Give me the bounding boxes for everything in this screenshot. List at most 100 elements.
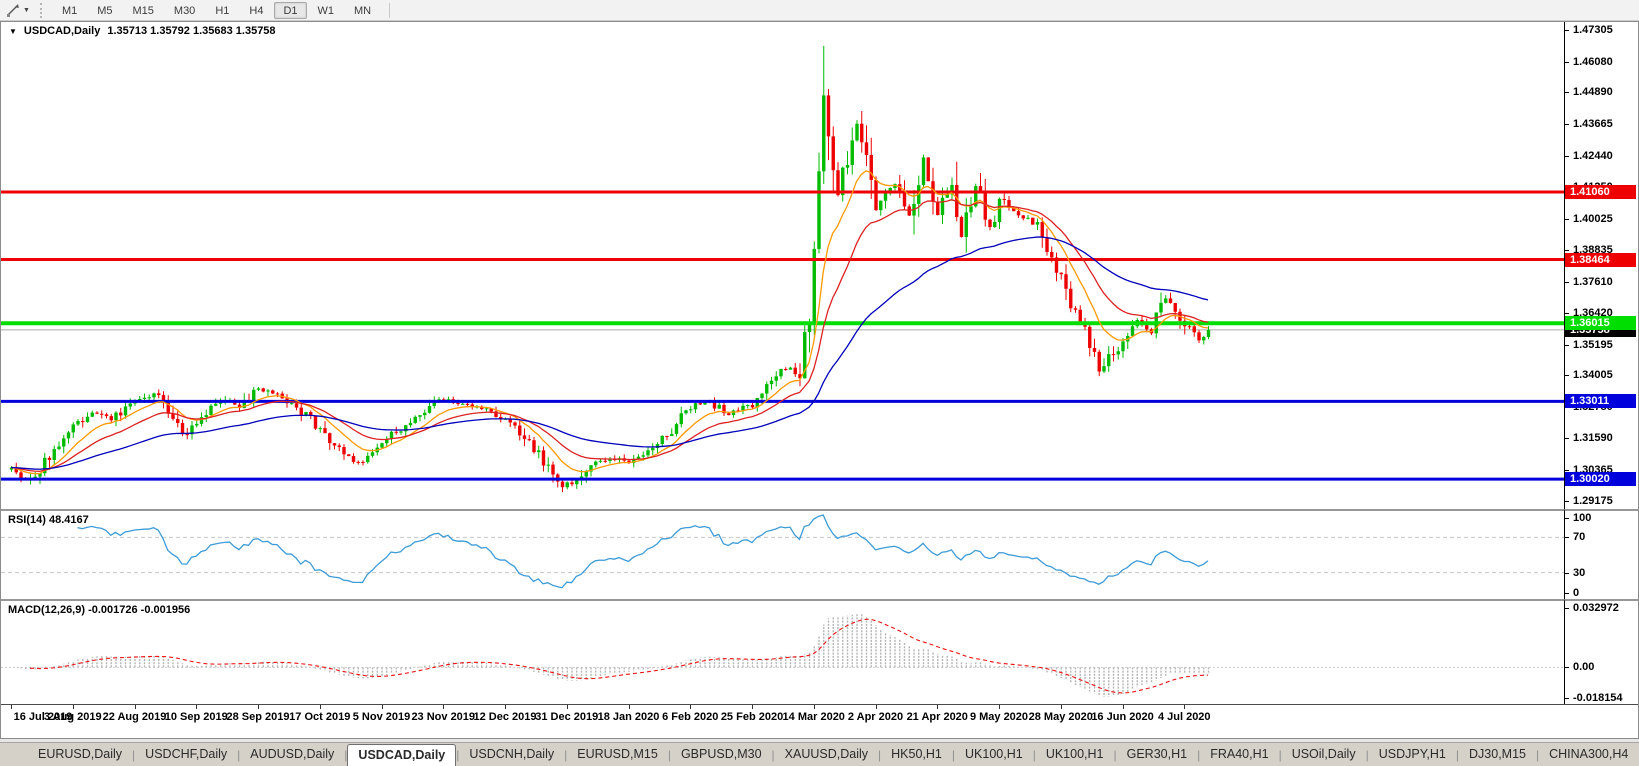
date-axis-tick [443, 705, 444, 709]
rsi-canvas[interactable] [1, 511, 1564, 599]
price-axis-tick: 1.35195 [1565, 339, 1613, 351]
chevron-down-icon[interactable]: ▼ [23, 7, 30, 14]
chart-tab-dj30-m15[interactable]: DJ30,M15 [1459, 743, 1536, 766]
date-axis-tick [814, 705, 815, 709]
collapse-triangle-icon[interactable]: ▼ [9, 27, 17, 36]
price-axis-tick: 1.34005 [1565, 369, 1613, 381]
price-axis-tick: 1.29175 [1565, 495, 1613, 507]
chart-tab-gbpusd-m30[interactable]: GBPUSD,M30 [671, 743, 772, 766]
timeframe-button-d1[interactable]: D1 [274, 2, 306, 19]
chart-tab-uk100-h1[interactable]: UK100,H1 [1036, 743, 1114, 766]
timeframe-buttons: M1M5M15M30H1H4D1W1MN [52, 0, 381, 20]
date-axis[interactable]: 16 Jul 20193 Aug 201922 Aug 201910 Sep 2… [1, 704, 1564, 738]
chart-tab-usoil-daily[interactable]: USOil,Daily [1282, 743, 1366, 766]
chart-tab-eurusd-daily[interactable]: EURUSD,Daily [28, 743, 132, 766]
chart-ohlc-values: 1.35713 1.35792 1.35683 1.35758 [107, 25, 275, 37]
price-level-label: 1.41060 [1565, 185, 1636, 199]
mt4-app: ▼ M1M5M15M30H1H4D1W1MN ▼ USDCAD,Daily 1.… [0, 0, 1639, 766]
chart-window: ▼ USDCAD,Daily 1.35713 1.35792 1.35683 1… [0, 21, 1639, 739]
date-axis-tick [382, 705, 383, 709]
timeframe-button-m5[interactable]: M5 [88, 2, 121, 19]
date-axis-tick [752, 705, 753, 709]
trendline-tool-icon[interactable] [5, 2, 21, 18]
top-toolbar: ▼ M1M5M15M30H1H4D1W1MN [0, 0, 1639, 21]
chart-tab-audusd-daily[interactable]: AUDUSD,Daily [240, 743, 344, 766]
timeframe-button-m1[interactable]: M1 [53, 2, 86, 19]
chart-tab-xauusd-daily[interactable]: XAUUSD,Daily [775, 743, 878, 766]
chart-tab-uk100-h1[interactable]: UK100,H1 [955, 743, 1033, 766]
chart-tab-usdchf-daily[interactable]: USDCHF,Daily [135, 743, 237, 766]
date-axis-tick [505, 705, 506, 709]
rsi-axis-tick: 0 [1565, 587, 1579, 599]
date-axis-tick [73, 705, 74, 709]
price-axis-tick: 1.31590 [1565, 432, 1613, 444]
chart-tab-usdcad-daily[interactable]: USDCAD,Daily [347, 744, 456, 766]
price-axis-tick: 1.44890 [1565, 86, 1613, 98]
price-level-label: 1.33011 [1565, 394, 1636, 408]
candlestick-canvas[interactable] [1, 22, 1564, 509]
timeframe-button-w1[interactable]: W1 [309, 2, 344, 19]
rsi-line [78, 515, 1209, 588]
date-axis-tick [690, 705, 691, 709]
price-axis-tick: 1.40025 [1565, 213, 1613, 225]
chart-tab-fra40-h1[interactable]: FRA40,H1 [1200, 743, 1278, 766]
macd-signal-line [30, 619, 1208, 693]
date-axis-tick [196, 705, 197, 709]
macd-panel[interactable]: MACD(12,26,9) -0.001726 -0.001956 [1, 599, 1564, 704]
macd-axis-tick: 0.00 [1565, 661, 1594, 673]
date-axis-tick [937, 705, 938, 709]
price-level-label: 1.38464 [1565, 253, 1636, 267]
timeframe-button-h1[interactable]: H1 [206, 2, 238, 19]
chart-tab-usdjpy-h1[interactable]: USDJPY,H1 [1369, 743, 1456, 766]
date-axis-tick [629, 705, 630, 709]
price-axis-tick: 1.43665 [1565, 118, 1613, 130]
date-axis-label: 4 Jul 2020 [1142, 711, 1226, 723]
macd-histogram [12, 613, 1209, 696]
rsi-axis-tick: 30 [1565, 567, 1585, 579]
date-axis-tick [258, 705, 259, 709]
price-level-label: 1.30020 [1565, 472, 1636, 486]
chart-tab-bar: EURUSD,Daily|USDCHF,Daily|AUDUSD,Daily|U… [0, 742, 1639, 766]
macd-canvas[interactable] [1, 601, 1564, 704]
date-axis-tick [1061, 705, 1062, 709]
chart-tab-china300-h4[interactable]: CHINA300,H4 [1539, 743, 1638, 766]
chart-tab-hk50-h1[interactable]: HK50,H1 [881, 743, 952, 766]
price-axis[interactable]: 1.473051.460801.448901.436651.424401.412… [1564, 22, 1638, 509]
macd-label: MACD(12,26,9) -0.001726 -0.001956 [8, 604, 190, 616]
toolbar-grip-handle[interactable] [40, 3, 44, 18]
level-lines-layer [1, 192, 1564, 479]
chart-tab-ger30-h1[interactable]: GER30,H1 [1117, 743, 1197, 766]
timeframe-button-h4[interactable]: H4 [240, 2, 272, 19]
date-axis-tick [567, 705, 568, 709]
chart-tab-usdcnh-daily[interactable]: USDCNH,Daily [459, 743, 564, 766]
price-axis-tick: 1.47305 [1565, 24, 1613, 36]
date-axis-tick [11, 705, 12, 709]
date-axis-tick [876, 705, 877, 709]
date-axis-tick [1123, 705, 1124, 709]
date-axis-tick [999, 705, 1000, 709]
chart-header: ▼ USDCAD,Daily 1.35713 1.35792 1.35683 1… [9, 25, 276, 37]
price-axis-tick: 1.46080 [1565, 56, 1613, 68]
timeframe-button-m15[interactable]: M15 [124, 2, 163, 19]
timeframe-button-m30[interactable]: M30 [165, 2, 204, 19]
macd-axis: 0.0329720.00-0.018154 [1564, 599, 1638, 704]
rsi-panel[interactable]: RSI(14) 48.4167 [1, 509, 1564, 599]
date-axis-tick [1184, 705, 1185, 709]
candles-layer [10, 46, 1210, 492]
timeframe-button-mn[interactable]: MN [345, 2, 380, 19]
toolbar-separator [389, 3, 390, 18]
rsi-axis: 10070300 [1564, 509, 1638, 599]
chart-tab-eurusd-m15[interactable]: EURUSD,M15 [567, 743, 668, 766]
macd-axis-tick: 0.032972 [1565, 602, 1619, 614]
price-axis-tick: 1.42440 [1565, 150, 1613, 162]
chart-symbol-label: USDCAD,Daily [24, 25, 100, 37]
date-axis-tick [320, 705, 321, 709]
price-level-label: 1.36015 [1565, 316, 1636, 330]
ma-slow-line [11, 237, 1208, 469]
rsi-label: RSI(14) 48.4167 [8, 514, 89, 526]
price-axis-tick: 1.37610 [1565, 276, 1613, 288]
rsi-axis-tick: 100 [1565, 512, 1591, 524]
axis-corner [1564, 704, 1638, 738]
date-axis-tick [135, 705, 136, 709]
main-price-plot[interactable]: ▼ USDCAD,Daily 1.35713 1.35792 1.35683 1… [1, 22, 1564, 509]
